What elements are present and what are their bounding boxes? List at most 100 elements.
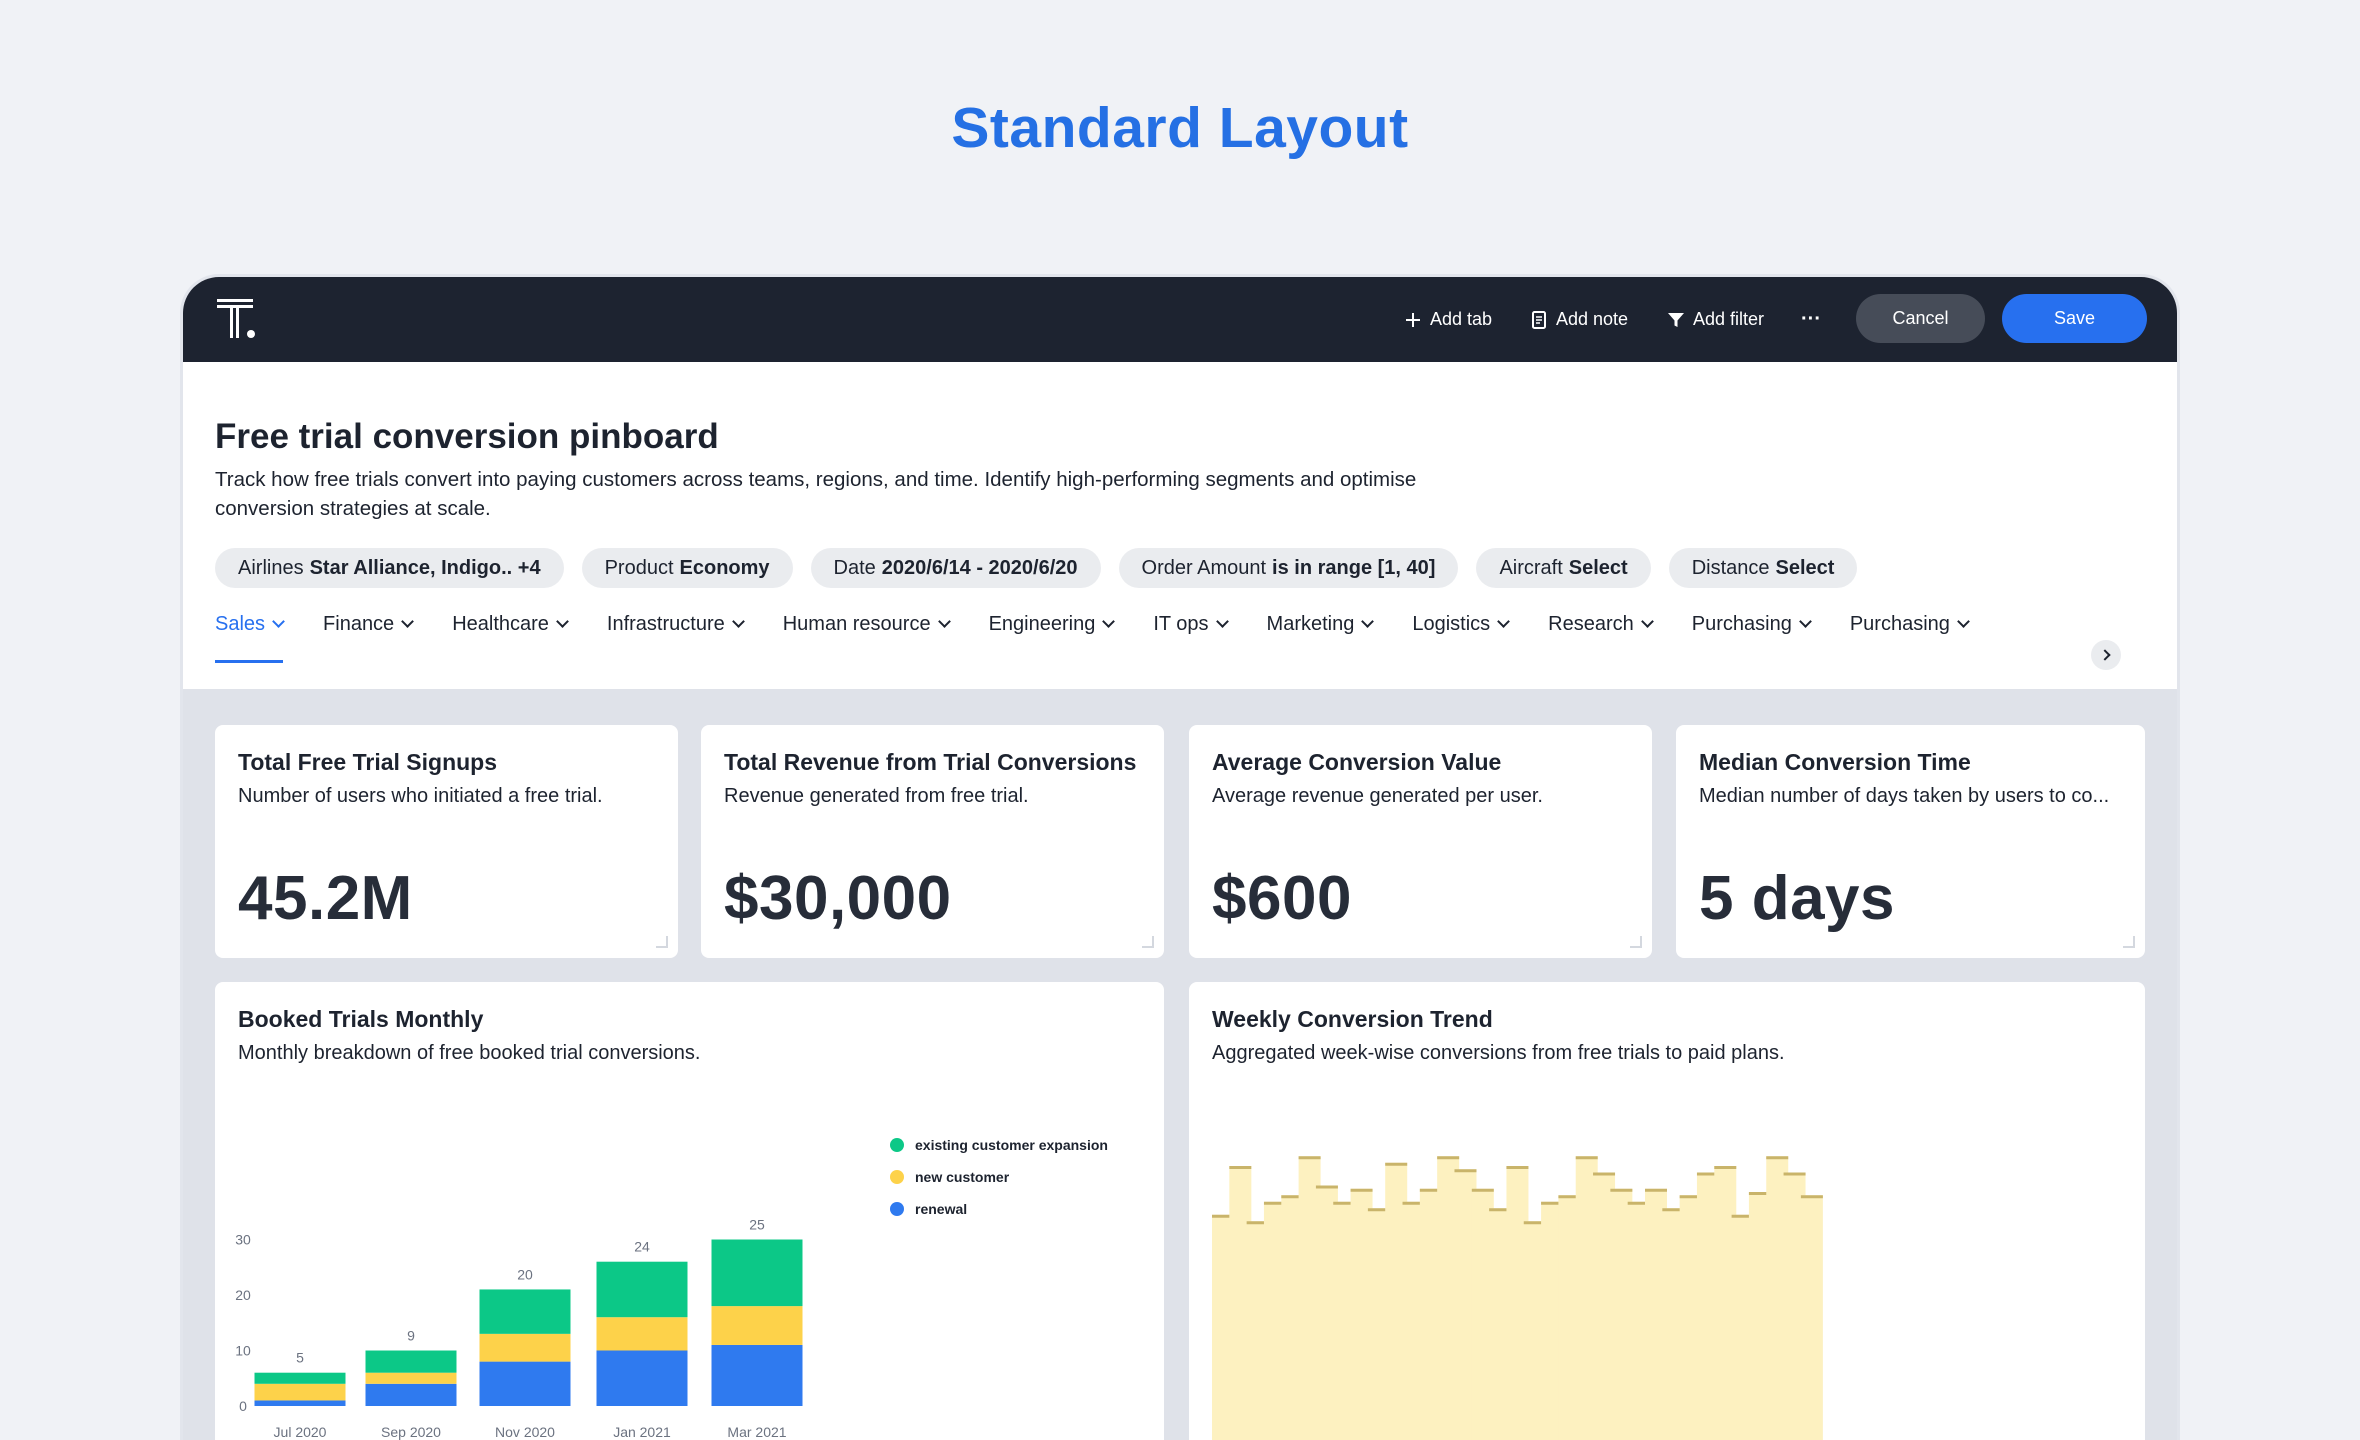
tab-it-ops[interactable]: IT ops bbox=[1153, 599, 1229, 649]
x-tick-label: Sep 2020 bbox=[381, 1424, 441, 1440]
tab-sales[interactable]: Sales bbox=[215, 599, 285, 663]
tab-infrastructure[interactable]: Infrastructure bbox=[606, 599, 745, 649]
data-label: 24 bbox=[634, 1239, 650, 1255]
tab-label: Finance bbox=[323, 612, 395, 635]
bar-segment bbox=[365, 1372, 457, 1384]
tab-healthcare[interactable]: Healthcare bbox=[452, 599, 569, 649]
filter-chip-airlines[interactable]: Airlines Star Alliance, Indigo.. +4 bbox=[215, 548, 564, 588]
more-options-icon[interactable]: ··· bbox=[1801, 277, 1821, 362]
filter-chip-product[interactable]: Product Economy bbox=[581, 548, 793, 588]
x-tick-label: Mar 2021 bbox=[727, 1424, 786, 1440]
bar-segment bbox=[479, 1361, 571, 1406]
chevron-down-icon bbox=[401, 615, 415, 628]
filter-chip-date[interactable]: Date 2020/6/14 - 2020/6/20 bbox=[810, 548, 1101, 588]
tab-purchasing-2[interactable]: Purchasing bbox=[1850, 599, 1970, 649]
tab-research[interactable]: Research bbox=[1548, 599, 1654, 649]
legend-label: renewal bbox=[915, 1201, 967, 1217]
tab-purchasing[interactable]: Purchasing bbox=[1692, 599, 1812, 649]
filter-chip-key: Airlines bbox=[238, 556, 304, 579]
kpi-title: Average Conversion Value bbox=[1212, 749, 1502, 775]
x-tick-label: Jan 2021 bbox=[613, 1424, 671, 1440]
plus-icon bbox=[1404, 311, 1422, 329]
top-bar: Add tab Add note Add filter ··· Cancel S… bbox=[183, 277, 2177, 362]
resize-handle[interactable] bbox=[1630, 936, 1642, 948]
add-note-button[interactable]: Add note bbox=[1530, 277, 1628, 362]
bar-segment bbox=[596, 1317, 688, 1351]
kpi-card[interactable]: Median Conversion Time Median number of … bbox=[1676, 725, 2145, 958]
trend-bar-cap bbox=[1385, 1162, 1408, 1166]
trend-bar-cap bbox=[1454, 1169, 1477, 1173]
chevron-down-icon bbox=[1798, 615, 1812, 628]
tab-label: Engineering bbox=[988, 612, 1096, 635]
trend-bar-cap bbox=[1506, 1166, 1529, 1169]
kpi-card[interactable]: Total Revenue from Trial Conversions Rev… bbox=[701, 725, 1164, 958]
filter-chips: Airlines Star Alliance, Indigo.. +4 Prod… bbox=[215, 548, 1858, 588]
x-tick-label: Jul 2020 bbox=[274, 1424, 327, 1440]
legend-marker bbox=[890, 1202, 904, 1216]
filter-chip-value: Select bbox=[1775, 556, 1835, 579]
data-label: 20 bbox=[517, 1266, 533, 1282]
filter-chip-distance[interactable]: Distance Select bbox=[1668, 548, 1858, 588]
kpi-value: $30,000 bbox=[724, 864, 952, 933]
filter-chip-aircraft[interactable]: Aircraft Select bbox=[1476, 548, 1651, 588]
tab-label: Infrastructure bbox=[606, 612, 725, 635]
trend-bar-cap bbox=[1575, 1156, 1598, 1160]
booked-trials-chart: 0 10 20 30 5 Jul 2020 9 Sep 2020 20 Nov 2020 24 Jan… bbox=[235, 1137, 1108, 1440]
kpi-title: Total Free Trial Signups bbox=[238, 749, 498, 775]
add-note-label: Add note bbox=[1556, 309, 1629, 329]
trend-bar-cap bbox=[1766, 1156, 1789, 1160]
kpi-subtitle: Number of users who initiated a free tri… bbox=[238, 785, 603, 807]
trend-bar-cap bbox=[1229, 1166, 1252, 1169]
filter-chip-value: 2020/6/14 - 2020/6/20 bbox=[881, 556, 1078, 579]
filter-chip-order-amount[interactable]: Order Amount is in range [1, 40] bbox=[1118, 548, 1459, 588]
bar-segment bbox=[254, 1383, 346, 1401]
weekly-trend-chart bbox=[1212, 1156, 1823, 1440]
add-filter-button[interactable]: Add filter bbox=[1667, 277, 1764, 362]
booked-trials-card[interactable]: Booked Trials Monthly Monthly breakdown … bbox=[215, 982, 1164, 1440]
chevron-down-icon bbox=[1361, 615, 1375, 628]
tab-engineering[interactable]: Engineering bbox=[988, 599, 1116, 649]
chevron-right-icon[interactable] bbox=[2091, 640, 2121, 670]
y-tick-label: 20 bbox=[235, 1287, 251, 1303]
add-tab-label: Add tab bbox=[1430, 309, 1493, 329]
filter-chip-key: Order Amount bbox=[1141, 556, 1267, 579]
tab-label: IT ops bbox=[1153, 612, 1209, 635]
cancel-button[interactable]: Cancel bbox=[1856, 294, 1985, 343]
tab-logistics[interactable]: Logistics bbox=[1412, 599, 1511, 649]
bar-segment bbox=[479, 1289, 571, 1334]
note-icon bbox=[1530, 310, 1548, 329]
data-label: 5 bbox=[296, 1350, 304, 1366]
save-button[interactable]: Save bbox=[2002, 294, 2147, 343]
weekly-trend-card[interactable]: Weekly Conversion Trend Aggregated week-… bbox=[1189, 982, 2145, 1440]
trend-bar-cap bbox=[1298, 1156, 1321, 1160]
tab-finance[interactable]: Finance bbox=[323, 599, 415, 649]
y-tick-label: 30 bbox=[235, 1232, 251, 1248]
resize-handle[interactable] bbox=[656, 936, 668, 948]
tab-bar: Sales Finance Healthcare Infrastructure … bbox=[215, 599, 2155, 663]
resize-handle[interactable] bbox=[2123, 936, 2135, 948]
kpi-card[interactable]: Average Conversion Value Average revenue… bbox=[1189, 725, 1652, 958]
legend-marker bbox=[890, 1170, 904, 1184]
kpi-title: Total Revenue from Trial Conversions bbox=[724, 749, 1137, 775]
filter-icon bbox=[1667, 311, 1685, 329]
filter-chip-value: Select bbox=[1568, 556, 1628, 579]
add-tab-button[interactable]: Add tab bbox=[1404, 277, 1492, 362]
pinboard-title: Free trial conversion pinboard bbox=[215, 417, 719, 456]
kpi-card[interactable]: Total Free Trial Signups Number of users… bbox=[215, 725, 678, 958]
y-tick-label: 10 bbox=[235, 1343, 251, 1359]
trend-bar-cap bbox=[1714, 1166, 1737, 1169]
bar-segment bbox=[254, 1372, 346, 1384]
bar-segment bbox=[711, 1239, 803, 1307]
resize-handle[interactable] bbox=[1142, 936, 1154, 948]
thoughtspot-logo-icon[interactable] bbox=[215, 297, 259, 341]
kpi-value: $600 bbox=[1212, 864, 1352, 933]
kpi-value: 45.2M bbox=[238, 864, 413, 933]
filter-chip-key: Date bbox=[833, 556, 876, 579]
tab-marketing[interactable]: Marketing bbox=[1267, 599, 1375, 649]
bar-segment bbox=[365, 1383, 457, 1406]
filter-chip-key: Distance bbox=[1691, 556, 1770, 579]
trend-bar bbox=[1800, 1195, 1823, 1440]
chevron-down-icon bbox=[937, 615, 951, 628]
filter-chip-value: Economy bbox=[679, 556, 770, 579]
tab-human-resource[interactable]: Human resource bbox=[783, 599, 951, 649]
